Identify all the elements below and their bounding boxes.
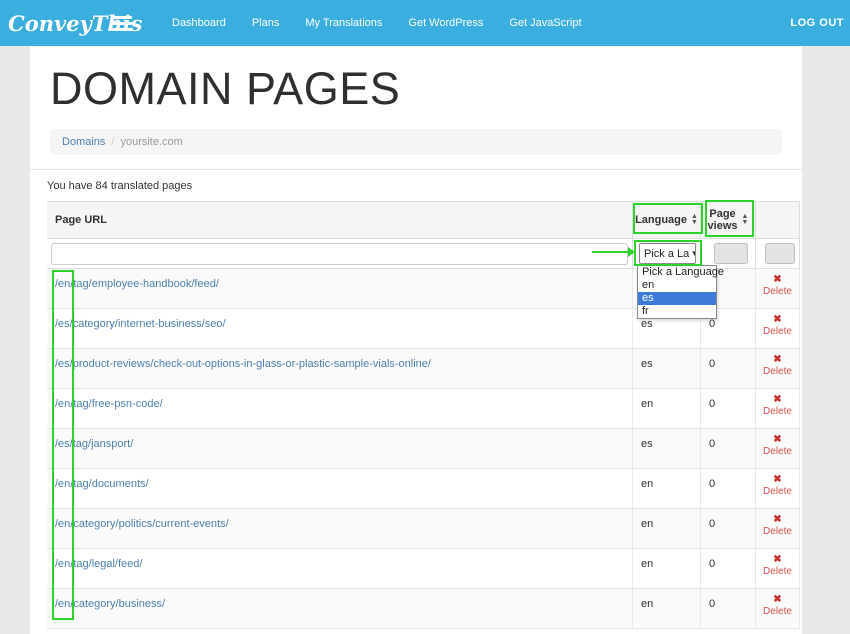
delete-label[interactable]: Delete: [763, 366, 792, 378]
table-row: /es/tag/jansport/ es 0 ✖ Delete: [47, 429, 800, 469]
language-cell: en: [632, 509, 700, 548]
breadcrumb-link-domains[interactable]: Domains: [62, 136, 105, 148]
language-cell: en: [632, 549, 700, 588]
chevron-down-icon: ▾: [692, 248, 696, 259]
page-url-link[interactable]: /en/tag/legal/feed/: [55, 558, 142, 570]
delete-action[interactable]: ✖ Delete: [755, 309, 800, 348]
delete-label[interactable]: Delete: [763, 486, 792, 498]
delete-action[interactable]: ✖ Delete: [755, 469, 800, 508]
column-header-views[interactable]: Page views ▲▼: [700, 202, 755, 238]
delete-action[interactable]: ✖ Delete: [755, 589, 800, 628]
views-cell: 0: [700, 349, 755, 388]
delete-x-icon[interactable]: ✖: [773, 394, 781, 406]
summary-text: You have 84 translated pages: [30, 169, 802, 201]
page-url-link[interactable]: /en/category/politics/current-events/: [55, 518, 229, 530]
breadcrumb: Domains / yoursite.com: [50, 129, 782, 155]
delete-action[interactable]: ✖ Delete: [755, 549, 800, 588]
column-header-url[interactable]: Page URL: [47, 202, 632, 238]
delete-label[interactable]: Delete: [763, 606, 792, 618]
column-header-actions: [755, 202, 800, 238]
table-row: /es/product-reviews/check-out-options-in…: [47, 349, 800, 389]
page-url-link[interactable]: /en/tag/employee-handbook/feed/: [55, 278, 219, 290]
nav-item-plans[interactable]: Plans: [252, 17, 280, 29]
table-row: /en/tag/documents/ en 0 ✖ Delete: [47, 469, 800, 509]
delete-action[interactable]: ✖ Delete: [755, 429, 800, 468]
content-panel: DOMAIN PAGES Domains / yoursite.com You ha…: [30, 46, 802, 634]
table-row: /en/tag/legal/feed/ en 0 ✖ Delete: [47, 549, 800, 589]
delete-x-icon[interactable]: ✖: [773, 314, 781, 326]
page-title: DOMAIN PAGES: [50, 66, 802, 111]
views-filter-input[interactable]: [714, 243, 748, 264]
hamburger-menu-icon[interactable]: [112, 16, 136, 31]
page-url-link[interactable]: /en/category/business/: [55, 598, 165, 610]
dropdown-option[interactable]: fr: [638, 305, 716, 318]
table-body: /en/tag/employee-handbook/feed/ ✖ Delete…: [47, 269, 800, 629]
delete-x-icon[interactable]: ✖: [773, 474, 781, 486]
delete-x-icon[interactable]: ✖: [773, 514, 781, 526]
nav-item-get-wordpress[interactable]: Get WordPress: [408, 17, 483, 29]
delete-x-icon[interactable]: ✖: [773, 274, 781, 286]
language-cell: en: [632, 389, 700, 428]
topbar: ConveyThis Dashboard Plans My Translatio…: [0, 0, 850, 46]
delete-label[interactable]: Delete: [763, 286, 792, 298]
page-url-link[interactable]: /es/product-reviews/check-out-options-in…: [55, 358, 431, 370]
language-cell: en: [632, 589, 700, 628]
sort-icon: ▲▼: [742, 214, 749, 226]
delete-label[interactable]: Delete: [763, 526, 792, 538]
language-cell: es: [632, 349, 700, 388]
page-url-link[interactable]: /en/tag/free-psn-code/: [55, 398, 163, 410]
table-header-row: Page URL Language ▲▼ Page views ▲▼: [47, 201, 800, 239]
delete-x-icon[interactable]: ✖: [773, 434, 781, 446]
views-cell: 0: [700, 429, 755, 468]
delete-x-icon[interactable]: ✖: [773, 554, 781, 566]
views-cell: 0: [700, 469, 755, 508]
views-cell: 0: [700, 549, 755, 588]
views-cell: 0: [700, 389, 755, 428]
views-cell: 0: [700, 589, 755, 628]
breadcrumb-separator: /: [111, 136, 114, 148]
delete-action[interactable]: ✖ Delete: [755, 389, 800, 428]
nav-item-dashboard[interactable]: Dashboard: [172, 17, 226, 29]
delete-action[interactable]: ✖ Delete: [755, 509, 800, 548]
delete-x-icon[interactable]: ✖: [773, 354, 781, 366]
page-url-link[interactable]: /es/category/internet-business/seo/: [55, 318, 226, 330]
column-header-language[interactable]: Language ▲▼: [632, 202, 700, 238]
nav-item-my-translations[interactable]: My Translations: [305, 17, 382, 29]
language-cell: es: [632, 429, 700, 468]
delete-action[interactable]: ✖ Delete: [755, 269, 800, 308]
page: ConveyThis Dashboard Plans My Translatio…: [0, 0, 850, 634]
action-filter-box: [765, 243, 795, 264]
dropdown-option[interactable]: en: [638, 279, 716, 292]
breadcrumb-current: yoursite.com: [120, 136, 182, 148]
views-cell: 0: [700, 509, 755, 548]
dropdown-option[interactable]: Pick a Language: [638, 266, 716, 279]
delete-action[interactable]: ✖ Delete: [755, 349, 800, 388]
logout-button[interactable]: LOG OUT: [790, 17, 844, 29]
table-row: /en/category/business/ en 0 ✖ Delete: [47, 589, 800, 629]
delete-label[interactable]: Delete: [763, 326, 792, 338]
topnav: Dashboard Plans My Translations Get Word…: [172, 17, 582, 29]
delete-label[interactable]: Delete: [763, 406, 792, 418]
page-url-link[interactable]: /es/tag/jansport/: [55, 438, 133, 450]
url-filter-input[interactable]: [51, 243, 628, 265]
logo[interactable]: ConveyThis: [8, 11, 104, 36]
delete-label[interactable]: Delete: [763, 446, 792, 458]
language-dropdown: Pick a Language en es fr: [637, 265, 717, 319]
table-row: /en/tag/free-psn-code/ en 0 ✖ Delete: [47, 389, 800, 429]
delete-x-icon[interactable]: ✖: [773, 594, 781, 606]
page-url-link[interactable]: /en/tag/documents/: [55, 478, 149, 490]
language-cell: en: [632, 469, 700, 508]
table-row: /en/category/politics/current-events/ en…: [47, 509, 800, 549]
dropdown-option-highlighted[interactable]: es: [638, 292, 716, 305]
sort-icon: ▲▼: [691, 214, 698, 226]
delete-label[interactable]: Delete: [763, 566, 792, 578]
language-filter-select[interactable]: Pick a La ▾: [639, 243, 696, 264]
nav-item-get-javascript[interactable]: Get JavaScript: [509, 17, 581, 29]
